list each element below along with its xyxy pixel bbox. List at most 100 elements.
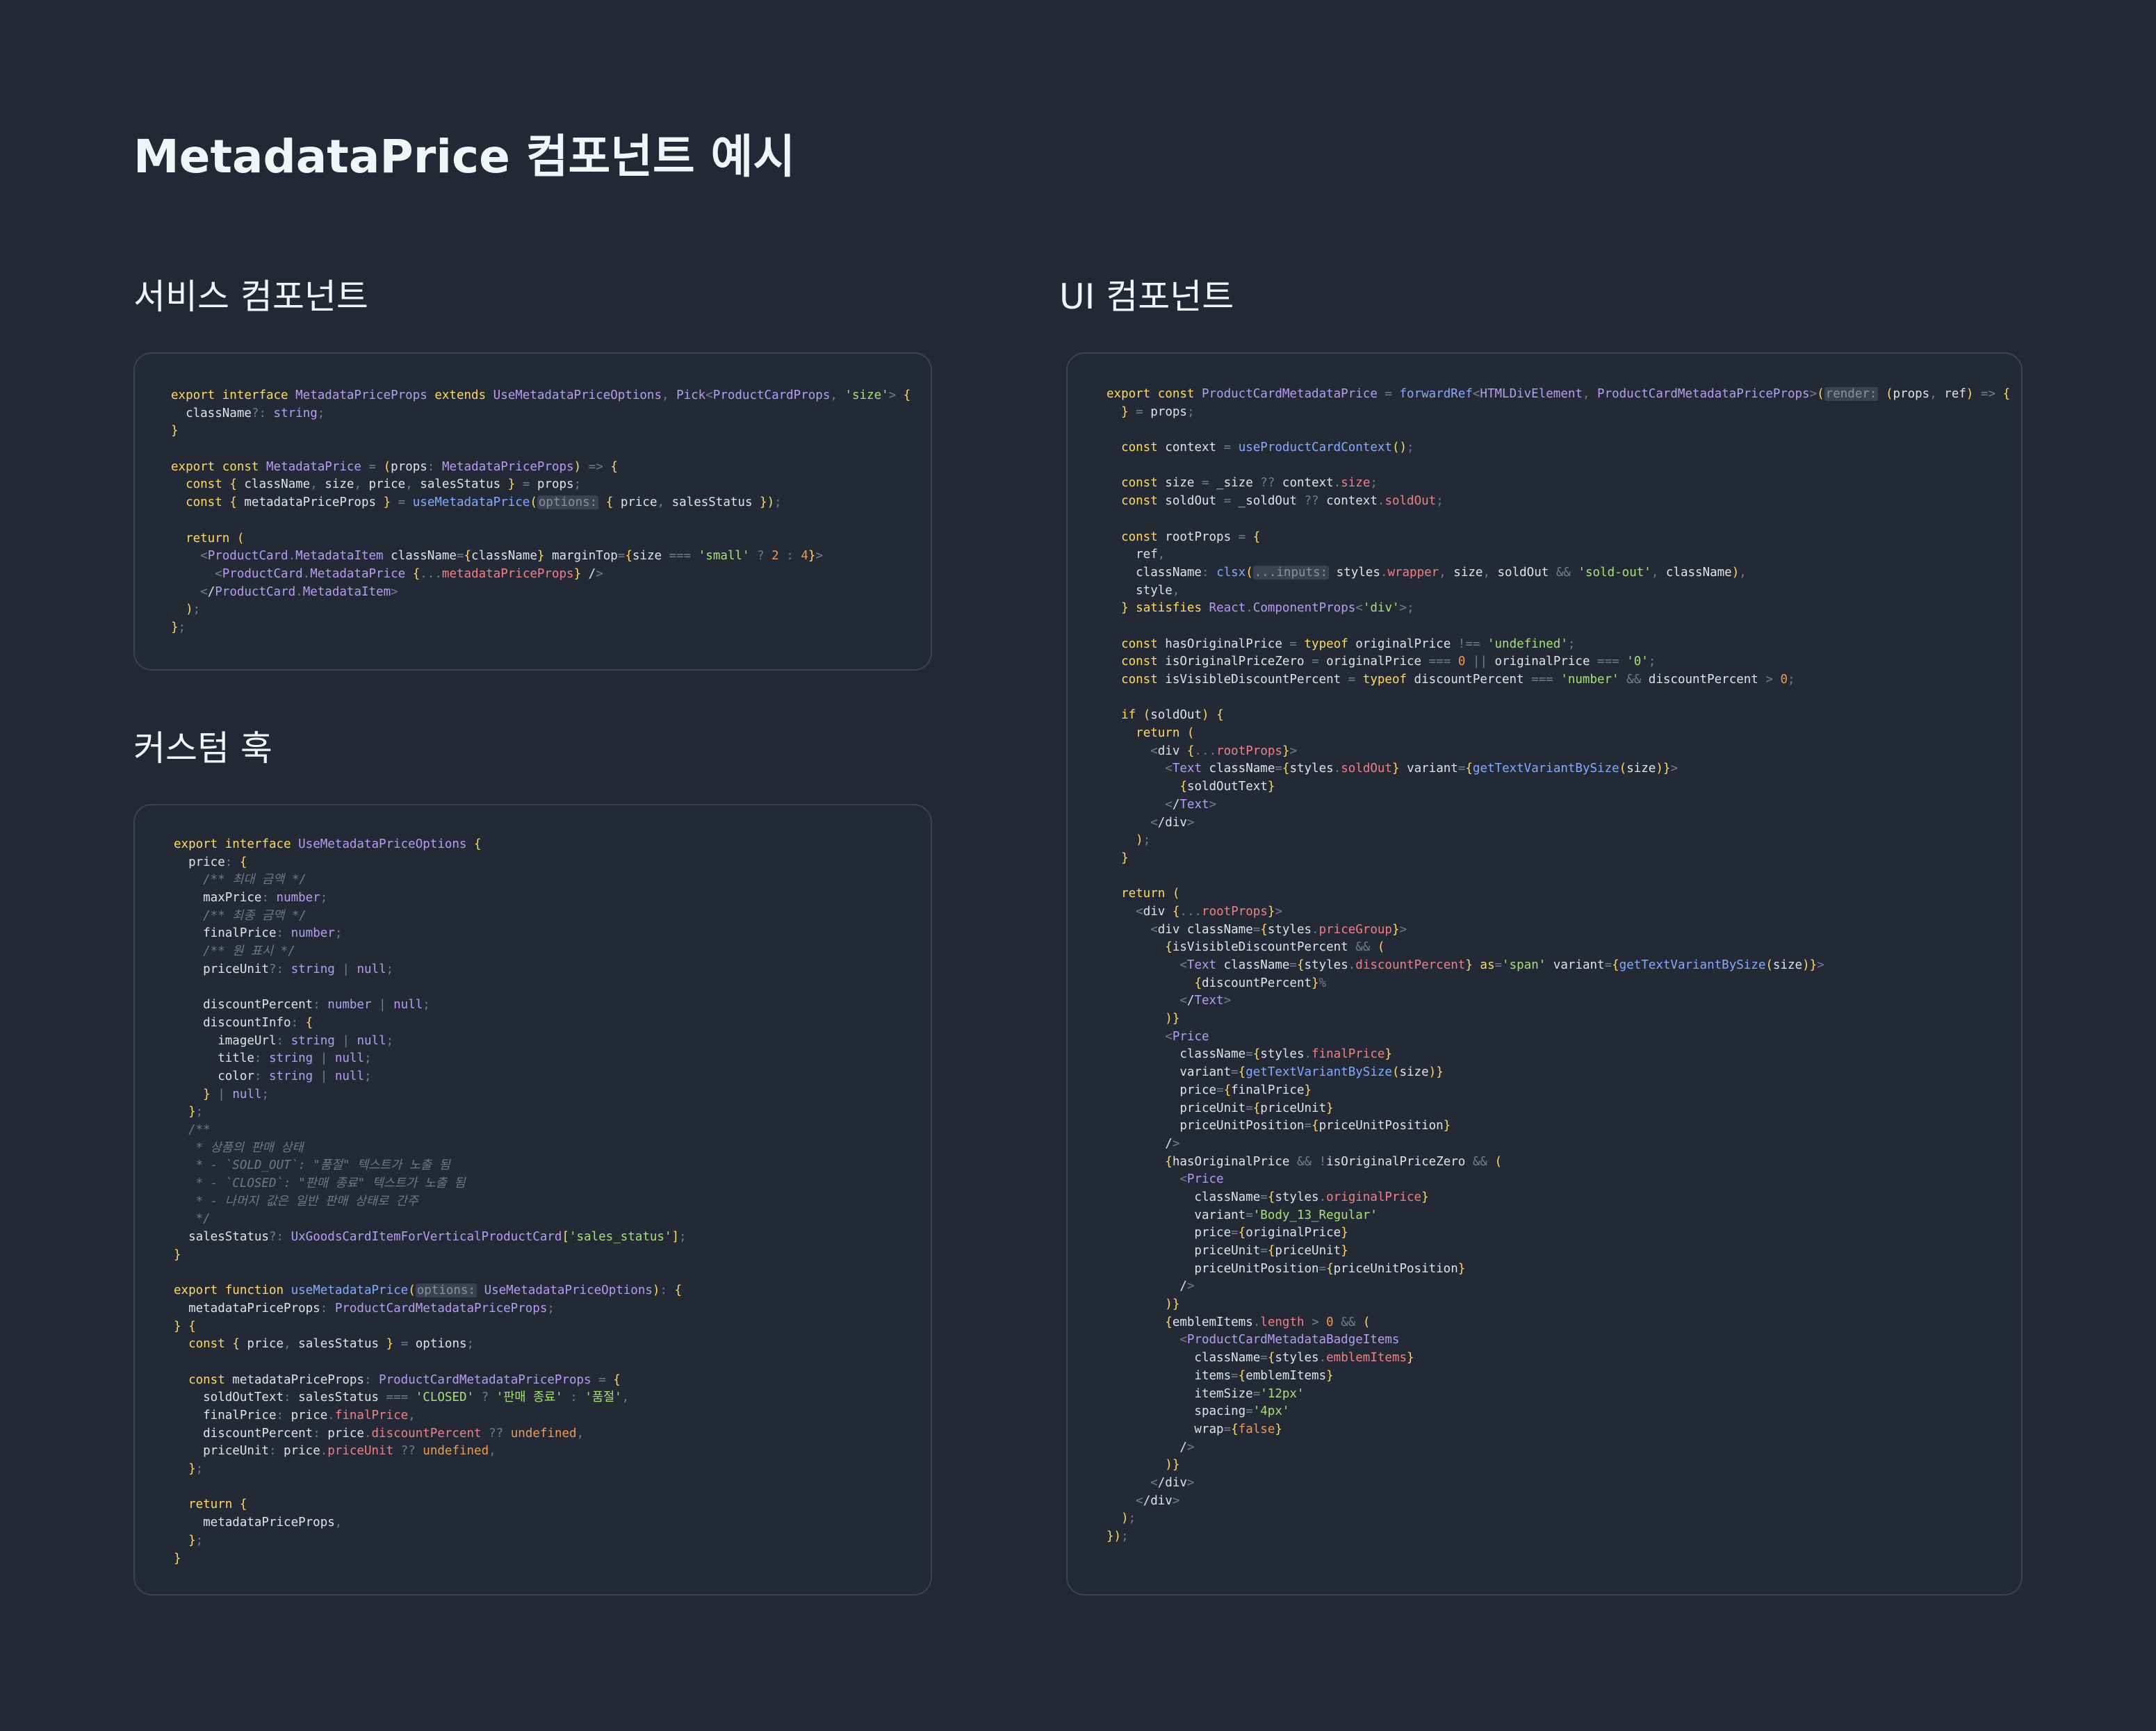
code-line: } satisfies React.ComponentProps<'div'>; [1121, 601, 1414, 616]
code-line: price={finalPrice} [1106, 1083, 1312, 1097]
code-line: variant={getTextVariantBySize(size)} [1106, 1065, 1444, 1080]
code-line: {emblemItems.length > 0 && ( [1165, 1315, 1371, 1329]
code-line: metadataPriceProps: ProductCardMetadataP… [174, 1301, 555, 1315]
code-line: </div> [1150, 815, 1195, 830]
code-line: }; [188, 1105, 204, 1119]
hook-code-block[interactable]: export interface UseMetadataPriceOptions… [174, 836, 687, 1568]
code-line: /** 최대 금액 */ [174, 873, 307, 887]
code-line: {discountPercent}% [1194, 976, 1327, 990]
code-line: if (soldOut) { [1121, 708, 1224, 723]
code-line: {hasOriginalPrice && !isOriginalPriceZer… [1165, 1154, 1503, 1169]
code-line: <div {...rootProps}> [1136, 904, 1282, 919]
code-line: return ( [186, 531, 245, 545]
ui-code-panel[interactable]: export const ProductCardMetadataPrice = … [1066, 352, 2023, 1595]
ui-component-heading: UI 컴포넌트 [1059, 277, 1234, 317]
code-line: const hasOriginalPrice = typeof original… [1121, 637, 1576, 651]
code-line: )} [1165, 1012, 1180, 1026]
code-line: soldOutText: salesStatus === 'CLOSED' ? … [174, 1390, 630, 1405]
code-line: <Price [1179, 1172, 1224, 1187]
code-line: export const MetadataPrice = (props: Met… [171, 459, 618, 474]
code-line: finalPrice: number; [174, 926, 343, 941]
code-line: priceUnit: price.priceUnit ?? undefined, [174, 1444, 496, 1459]
code-line: const size = _size ?? context.size; [1121, 476, 1378, 491]
code-line: /> [1106, 1136, 1180, 1151]
code-line: color: string | null; [174, 1069, 372, 1083]
code-line: }; [188, 1533, 204, 1548]
code-line: ref, [1106, 548, 1166, 562]
code-line: } | null; [203, 1087, 270, 1101]
code-line: }; [171, 620, 186, 634]
code-line: return { [188, 1498, 247, 1512]
page-title: MetadataPrice 컴포넌트 예시 [133, 130, 796, 183]
code-line: </ProductCard.MetadataItem> [200, 584, 398, 599]
hook-code-panel[interactable]: export interface UseMetadataPriceOptions… [133, 804, 932, 1595]
code-line: return ( [1121, 887, 1180, 901]
code-line: <Price [1165, 1029, 1209, 1044]
code-line: const rootProps = { [1121, 530, 1261, 544]
code-line: maxPrice: number; [174, 891, 328, 905]
code-line: )} [1165, 1297, 1180, 1312]
code-line: } = props; [1121, 404, 1195, 419]
code-line: <ProductCardMetadataBadgeItems [1179, 1333, 1400, 1347]
code-line: }; [188, 1462, 204, 1477]
code-line: items={emblemItems} [1106, 1368, 1334, 1383]
code-line: ); [186, 602, 201, 617]
code-line: * 상품의 판매 상태 [174, 1140, 304, 1155]
code-line: </div> [1150, 1475, 1195, 1490]
code-line: /> [1106, 1279, 1195, 1294]
code-line: * - `CLOSED`: "판매 종료" 텍스트가 노출 됨 [174, 1176, 466, 1191]
code-line: <ProductCard.MetadataPrice {...metadataP… [215, 566, 603, 581]
service-component-heading: 서비스 컴포넌트 [133, 277, 368, 317]
code-line: * - 나머지 값은 일반 판매 상태로 간주 [174, 1194, 418, 1208]
code-line: } [1121, 851, 1129, 865]
code-line: priceUnit={priceUnit} [1106, 1101, 1334, 1115]
code-line: finalPrice: price.finalPrice, [174, 1409, 416, 1422]
code-line: } [174, 1247, 181, 1262]
code-line: ); [1121, 1511, 1136, 1526]
code-line: <Text className={styles.soldOut} variant… [1165, 762, 1678, 776]
code-line: className={styles.finalPrice} [1106, 1047, 1392, 1062]
custom-hook-heading: 커스텀 훅 [133, 728, 272, 769]
code-line: discountPercent: number | null; [174, 998, 430, 1012]
code-line: priceUnit={priceUnit} [1106, 1244, 1348, 1258]
code-line: priceUnit?: string | null; [174, 962, 394, 976]
code-line: */ [174, 1212, 211, 1227]
code-line: {isVisibleDiscountPercent && ( [1165, 940, 1385, 955]
code-line: <div className={styles.priceGroup}> [1150, 922, 1407, 937]
service-code-block[interactable]: export interface MetadataPriceProps exte… [171, 387, 910, 637]
code-line: const { metadataPriceProps } = useMetada… [186, 495, 782, 510]
code-line: const soldOut = _soldOut ?? context.sold… [1121, 494, 1444, 509]
code-line: style, [1106, 583, 1180, 598]
code-line: <div {...rootProps}> [1150, 744, 1298, 758]
code-line: title: string | null; [174, 1051, 372, 1066]
code-line: {soldOutText} [1179, 780, 1275, 794]
code-line: /> [1106, 1440, 1195, 1454]
code-line: metadataPriceProps, [174, 1516, 343, 1530]
code-line: discountInfo: { [174, 1015, 313, 1030]
code-line: priceUnitPosition={priceUnitPosition} [1106, 1119, 1451, 1133]
code-line: const isOriginalPriceZero = originalPric… [1121, 655, 1656, 669]
code-line: } { [174, 1319, 196, 1334]
code-line: priceUnitPosition={priceUnitPosition} [1106, 1261, 1466, 1276]
code-line: } [174, 1551, 181, 1566]
code-line: const metadataPriceProps: ProductCardMet… [188, 1372, 621, 1387]
code-line: className: clsx(...inputs: styles.wrappe… [1106, 565, 1747, 580]
code-line: const context = useProductCardContext(); [1121, 441, 1414, 455]
code-line: ); [1136, 833, 1151, 848]
code-line: variant='Body_13_Regular' [1106, 1208, 1378, 1222]
service-code-panel[interactable]: export interface MetadataPriceProps exte… [133, 352, 932, 671]
code-line: const { className, size, price, salesSta… [186, 477, 582, 492]
code-line: export function useMetadataPrice(options… [174, 1283, 683, 1298]
code-line: price={originalPrice} [1106, 1226, 1348, 1240]
ui-code-block[interactable]: export const ProductCardMetadataPrice = … [1106, 386, 2010, 1546]
code-line: /** 원 표시 */ [174, 944, 295, 959]
code-line: className={styles.originalPrice} [1106, 1190, 1429, 1204]
code-line: spacing='4px' [1106, 1404, 1290, 1419]
